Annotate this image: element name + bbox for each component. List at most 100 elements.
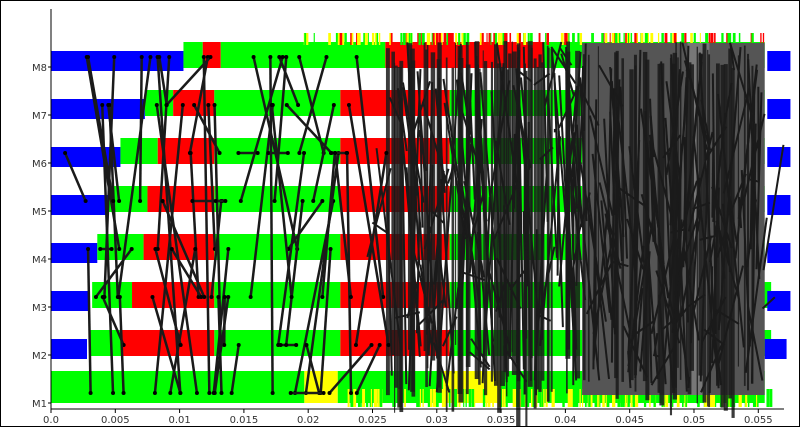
link-dot-a-30 — [181, 103, 185, 107]
y-tick-label-M5: M5 — [32, 207, 47, 218]
texture-top-136 — [314, 33, 315, 45]
texture-top-148 — [403, 33, 406, 45]
link-dot-a-45 — [86, 55, 90, 59]
link-dot-b-54 — [320, 199, 324, 203]
link-dot-b-7 — [378, 343, 382, 347]
texture-bottom-127 — [433, 389, 436, 407]
texture-bottom-25 — [576, 389, 579, 407]
texture-bottom-21 — [492, 389, 494, 407]
texture-top-138 — [572, 33, 575, 45]
link-dot-b-26 — [102, 295, 106, 299]
dark-band-77 — [531, 48, 533, 358]
texture-top-20 — [509, 33, 511, 45]
x-tick-label-10: 0.05 — [683, 415, 705, 426]
texture-bottom-195 — [469, 389, 470, 407]
texture-bottom-46 — [553, 389, 555, 407]
link-dot-a-63 — [155, 103, 159, 107]
link-dot-a-60 — [349, 295, 353, 299]
link-dot-a-47 — [220, 391, 224, 395]
texture-top-141 — [580, 33, 582, 45]
texture-bottom-182 — [571, 389, 573, 407]
texture-top-124 — [401, 33, 402, 45]
link-dot-a-48 — [273, 199, 277, 203]
dense-line-235 — [558, 131, 559, 276]
texture-top-133 — [480, 33, 482, 45]
link-dot-b-56 — [213, 391, 217, 395]
texture-top-140 — [444, 33, 446, 45]
texture-bottom-71 — [378, 389, 380, 407]
link-dot-a-25 — [213, 103, 217, 107]
bar-green-M8-0 — [183, 42, 202, 68]
link-dot-a-7 — [355, 391, 359, 395]
texture-bottom-187 — [371, 389, 372, 407]
texture-bottom-143 — [443, 389, 446, 407]
link-dot-b-0 — [249, 295, 253, 299]
y-tick-label-M6: M6 — [32, 159, 47, 170]
texture-bottom-119 — [542, 389, 543, 407]
link-dot-b-35 — [208, 55, 212, 59]
link-dot-a-46 — [271, 391, 275, 395]
link-dot-b-24 — [384, 151, 388, 155]
link-dot-b-52 — [153, 247, 157, 251]
texture-bottom-48 — [417, 389, 420, 407]
x-tick-label-4: 0.02 — [297, 415, 319, 426]
link-dot-a-28 — [178, 391, 182, 395]
bar-blue-M5 — [51, 195, 109, 215]
texture-bottom-144 — [488, 389, 491, 407]
bar-green-M2-0 — [90, 330, 122, 356]
link-dot-b-14 — [286, 151, 290, 155]
x-tick-label-9: 0.045 — [615, 415, 644, 426]
link-dot-a-58 — [199, 295, 203, 299]
link-dot-b-9 — [117, 247, 121, 251]
link-dot-b-15 — [100, 103, 104, 107]
bar-blue-M4 — [51, 243, 97, 263]
link-dot-a-36 — [110, 247, 114, 251]
bar-green-M4-0 — [97, 234, 143, 260]
x-tick-label-2: 0.01 — [168, 415, 190, 426]
texture-top-154 — [578, 33, 580, 45]
texture-top-122 — [368, 33, 369, 45]
texture-top-95 — [328, 33, 331, 45]
link-dot-b-32 — [218, 151, 222, 155]
texture-bottom-160 — [442, 389, 443, 407]
link-dot-b-62 — [329, 151, 333, 155]
link-line-61 — [140, 57, 142, 201]
link-dot-b-50 — [86, 247, 90, 251]
texture-bottom-41 — [513, 389, 515, 407]
texture-bottom-76 — [531, 389, 532, 407]
texture-top-78 — [498, 33, 501, 45]
link-dot-b-46 — [268, 55, 272, 59]
link-dot-b-43 — [193, 247, 197, 251]
texture-top-158 — [306, 33, 308, 45]
texture-top-42 — [461, 33, 463, 45]
bar-green-M7-2 — [214, 90, 340, 116]
texture-top-130 — [539, 33, 541, 45]
texture-top-83 — [435, 33, 436, 45]
texture-bottom-166 — [502, 389, 503, 407]
link-dot-b-67 — [290, 295, 294, 299]
link-dot-b-41 — [345, 151, 349, 155]
link-dot-b-45 — [111, 199, 115, 203]
texture-top-84 — [376, 33, 378, 45]
link-dot-b-36 — [98, 247, 102, 251]
link-dot-a-51 — [284, 343, 288, 347]
bar-blue-M3 — [51, 291, 90, 311]
dense-line-148 — [689, 377, 690, 388]
link-dot-a-52 — [179, 343, 183, 347]
texture-top-24 — [433, 33, 435, 45]
link-dot-a-23 — [94, 295, 98, 299]
link-dot-b-44 — [311, 199, 315, 203]
bar-green-M8-2 — [221, 42, 386, 68]
link-dot-b-38 — [148, 55, 152, 59]
texture-top-132 — [375, 33, 377, 45]
link-dot-a-68 — [214, 199, 218, 203]
link-dot-b-60 — [333, 151, 337, 155]
texture-bottom-132 — [573, 389, 575, 407]
texture-bottom-194 — [366, 389, 368, 407]
x-tick-label-5: 0.025 — [358, 415, 387, 426]
link-dot-a-50 — [89, 391, 93, 395]
dense-line-119 — [712, 128, 713, 217]
texture-top-151 — [379, 33, 380, 45]
texture-bottom-173 — [503, 389, 505, 407]
chart-frame: M1M2M3M4M5M6M7M80.00.0050.010.0150.020.0… — [0, 0, 800, 427]
